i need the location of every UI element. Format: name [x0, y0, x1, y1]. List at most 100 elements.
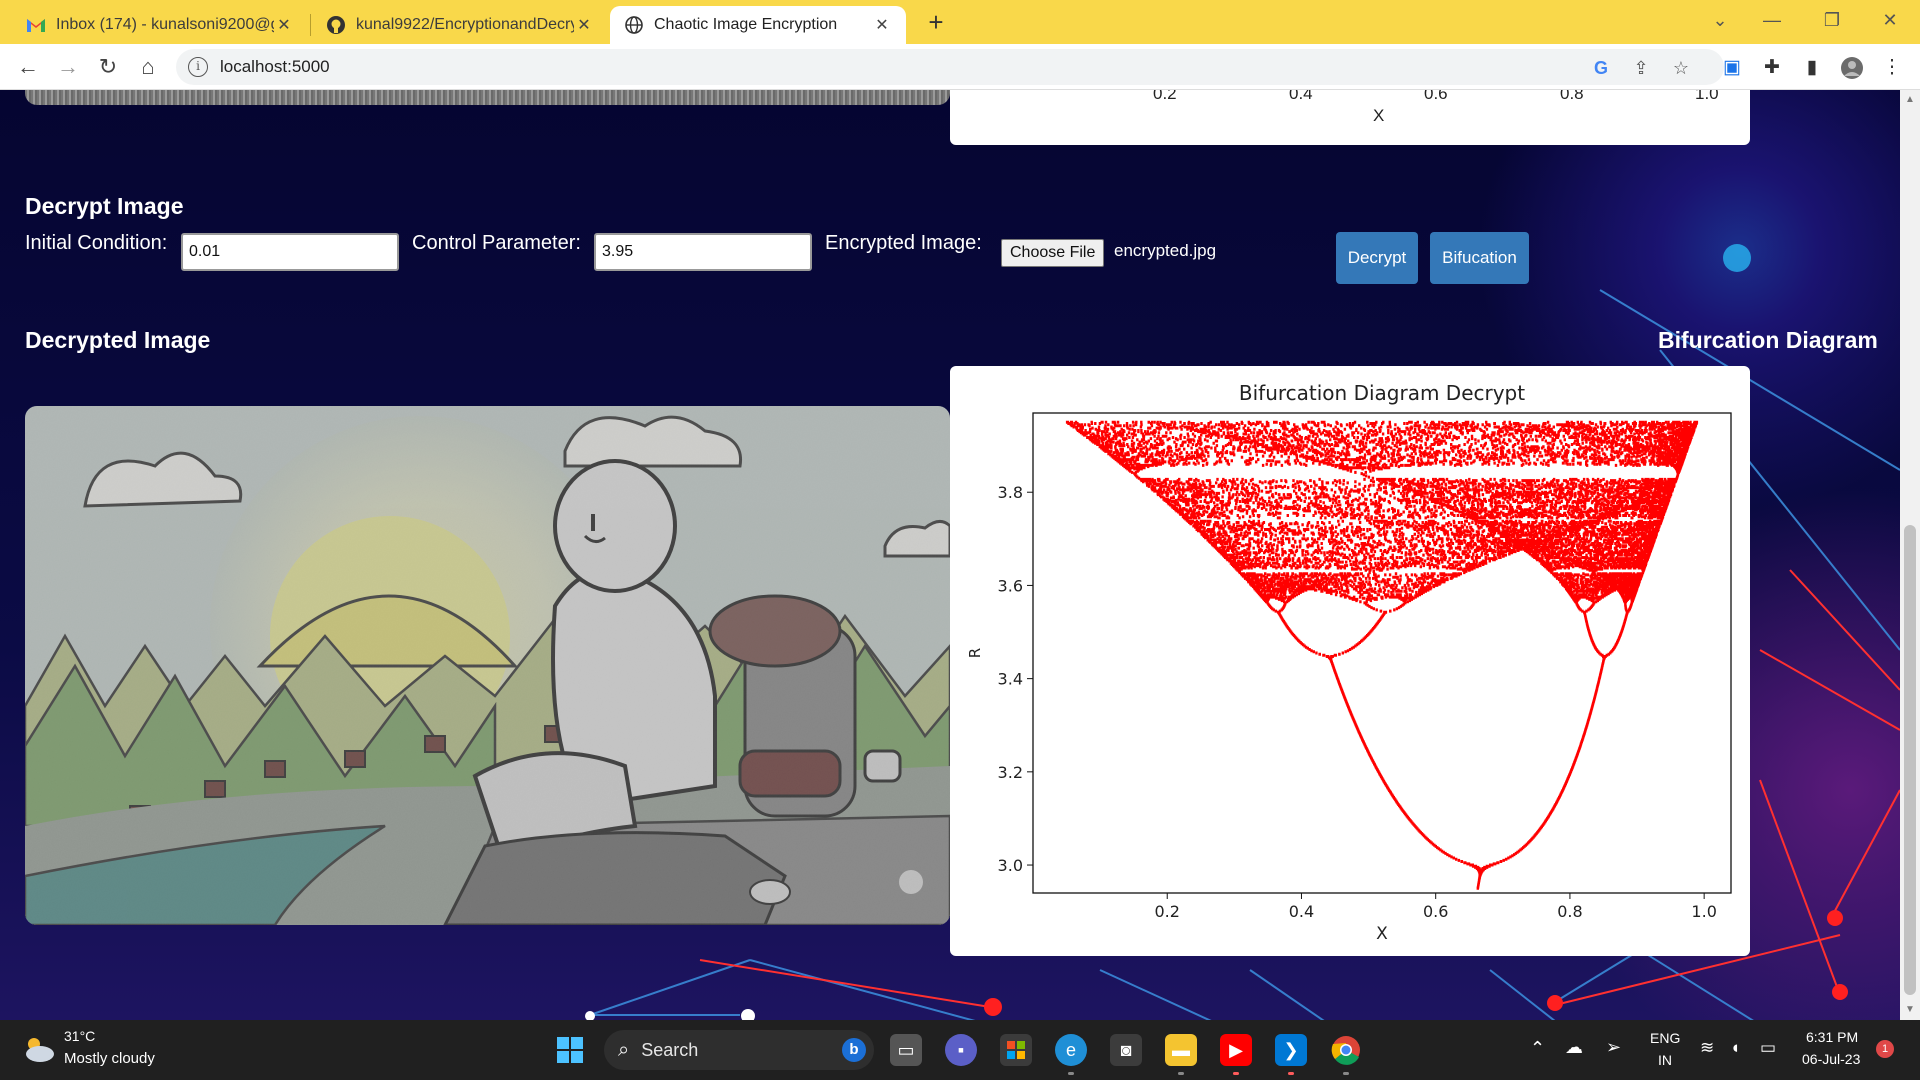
y-tick-label: 3.4 — [998, 670, 1023, 689]
scroll-down-icon[interactable]: ▼ — [1900, 1004, 1920, 1015]
bifurcation-chart: Bifurcation Diagram Decrypt 0.2 0.4 0.6 0.8… — [966, 381, 1732, 944]
y-tick-label: 3.6 — [998, 576, 1023, 595]
google-translate-icon[interactable]: G — [1590, 57, 1612, 79]
tick-label: 0.8 — [1560, 90, 1584, 103]
close-icon[interactable]: ✕ — [274, 15, 294, 35]
running-indicator — [1288, 1072, 1294, 1075]
control-parameter-input[interactable] — [594, 233, 812, 271]
tab-gmail[interactable]: Inbox (174) - kunalsoni9200@gm ✕ — [12, 6, 308, 44]
home-icon[interactable]: ⌂ — [134, 53, 162, 81]
decrypted-image-heading: Decrypted Image — [25, 327, 211, 353]
chrome-icon[interactable] — [1330, 1034, 1362, 1066]
weather-temp: 31°C — [64, 1028, 96, 1044]
share-icon[interactable]: ⇪ — [1630, 57, 1652, 79]
wifi-icon[interactable]: ≋ — [1700, 1038, 1714, 1058]
teams-chat-icon[interactable]: ▪ — [945, 1034, 977, 1066]
tab-title: Inbox (174) - kunalsoni9200@gm — [56, 16, 274, 33]
side-panel-icon[interactable]: ▮ — [1800, 56, 1824, 80]
location-arrow-icon[interactable]: ➢ — [1606, 1037, 1621, 1058]
bing-icon[interactable]: b — [842, 1038, 866, 1062]
initial-condition-label: Initial Condition: — [25, 232, 168, 254]
running-indicator — [1068, 1072, 1074, 1075]
page-body: 0.2 0.4 0.6 0.8 1.0 X Decrypt Image Init… — [0, 90, 1920, 1020]
vscode-icon[interactable]: ❯ — [1275, 1034, 1307, 1066]
youtube-icon[interactable]: ▶ — [1220, 1034, 1252, 1066]
tab-chaotic-image-encryption[interactable]: Chaotic Image Encryption ✕ — [610, 6, 906, 44]
browser-tab-bar: Inbox (174) - kunalsoni9200@gm ✕ kunal99… — [0, 0, 1920, 44]
weather-cloud-icon[interactable] — [22, 1034, 56, 1069]
menu-kebab-icon[interactable]: ⋮ — [1880, 56, 1904, 80]
tick-label: 0.2 — [1153, 90, 1177, 103]
running-indicator — [1343, 1072, 1349, 1075]
close-icon[interactable]: ✕ — [574, 15, 594, 35]
x-axis-label: X — [1376, 924, 1388, 944]
page-scrollbar[interactable]: ▲ ▼ — [1900, 90, 1920, 1020]
close-window-icon[interactable]: ✕ — [1870, 6, 1910, 34]
running-indicator — [1178, 1072, 1184, 1075]
tab-divider — [310, 14, 311, 36]
start-windows-icon[interactable] — [554, 1034, 586, 1066]
language-top[interactable]: ENG — [1650, 1030, 1680, 1046]
file-explorer-icon[interactable]: ▬ — [1165, 1034, 1197, 1066]
windows-taskbar: 31°C Mostly cloudy ⌕ Search b ▭ ▪ e ◙ ▬ … — [0, 1020, 1920, 1080]
y-tick-label: 3.0 — [998, 856, 1023, 875]
close-icon[interactable]: ✕ — [872, 15, 892, 35]
clock-date[interactable]: 06-Jul-23 — [1802, 1051, 1860, 1067]
y-tick-label: 3.2 — [998, 763, 1023, 782]
tab-title: Chaotic Image Encryption — [654, 16, 838, 33]
globe-icon — [624, 15, 644, 35]
choose-file-button[interactable]: Choose File — [1001, 239, 1105, 267]
previous-chart-card: 0.2 0.4 0.6 0.8 1.0 X — [950, 90, 1750, 145]
edge-browser-icon[interactable]: e — [1055, 1034, 1087, 1066]
battery-icon[interactable]: ▭ — [1760, 1038, 1776, 1058]
camera-icon[interactable]: ◙ — [1110, 1034, 1142, 1066]
y-tick-label: 3.8 — [998, 483, 1023, 502]
minimize-icon[interactable]: — — [1752, 6, 1792, 34]
tab-search-icon[interactable]: ⌄ — [1700, 6, 1740, 34]
translate-extension-icon[interactable]: ▣ — [1720, 56, 1744, 80]
decrypt-heading: Decrypt Image — [25, 193, 184, 219]
url-text: localhost:5000 — [220, 57, 330, 76]
chart-title: Bifurcation Diagram Decrypt — [1239, 381, 1525, 405]
extensions-puzzle-icon[interactable]: ✚ — [1760, 56, 1784, 80]
profile-avatar[interactable] — [1840, 56, 1864, 80]
reload-icon[interactable]: ↻ — [94, 53, 122, 81]
taskbar-search-box[interactable]: ⌕ Search b — [604, 1030, 874, 1070]
url-field[interactable]: i localhost:5000 — [176, 49, 1724, 85]
onedrive-cloud-icon[interactable]: ☁ — [1565, 1037, 1583, 1058]
scroll-up-icon[interactable]: ▲ — [1900, 94, 1920, 105]
x-tick-label: 1.0 — [1691, 902, 1716, 921]
search-icon: ⌕ — [618, 1038, 630, 1061]
bookmark-star-icon[interactable]: ☆ — [1670, 57, 1692, 79]
notification-badge[interactable]: 1 — [1876, 1040, 1894, 1058]
forward-icon[interactable]: → — [54, 53, 82, 81]
previous-image-bottom-edge — [25, 90, 950, 105]
restore-icon[interactable]: ❐ — [1812, 6, 1852, 34]
running-indicator — [1233, 1072, 1239, 1075]
tray-overflow-chevron-icon[interactable]: ⌃ — [1530, 1038, 1545, 1059]
x-tick-label: 0.2 — [1155, 902, 1180, 921]
tick-label: 0.6 — [1424, 90, 1448, 103]
bifurcation-chart-card: Bifurcation Diagram Decrypt 0.2 0.4 0.6 0.8… — [950, 366, 1750, 956]
search-label: Search — [641, 1039, 699, 1060]
file-name: encrypted.jpg — [1114, 241, 1217, 260]
task-view-icon[interactable]: ▭ — [890, 1034, 922, 1066]
back-icon[interactable]: ← — [14, 53, 42, 81]
language-bottom[interactable]: IN — [1658, 1052, 1672, 1068]
scrollbar-thumb[interactable] — [1904, 525, 1916, 995]
initial-condition-input[interactable] — [181, 233, 399, 271]
info-icon[interactable]: i — [188, 57, 208, 77]
x-tick-label: 0.4 — [1289, 902, 1314, 921]
bifurcation-points — [1065, 420, 1699, 890]
volume-icon[interactable]: ◖ — [1730, 1038, 1740, 1058]
clock-time[interactable]: 6:31 PM — [1806, 1029, 1858, 1045]
microsoft-store-icon[interactable] — [1000, 1034, 1032, 1066]
new-tab-button[interactable]: + — [922, 8, 950, 36]
bifurcation-button[interactable]: Bifucation — [1430, 232, 1529, 284]
tick-label: 0.4 — [1289, 90, 1313, 103]
control-parameter-label: Control Parameter: — [412, 232, 581, 254]
decrypted-illustration — [25, 406, 950, 925]
decrypt-button[interactable]: Decrypt — [1336, 232, 1418, 284]
tab-github[interactable]: kunal9922/EncryptionandDecrypt ✕ — [312, 6, 608, 44]
x-axis-label: X — [1373, 106, 1385, 125]
